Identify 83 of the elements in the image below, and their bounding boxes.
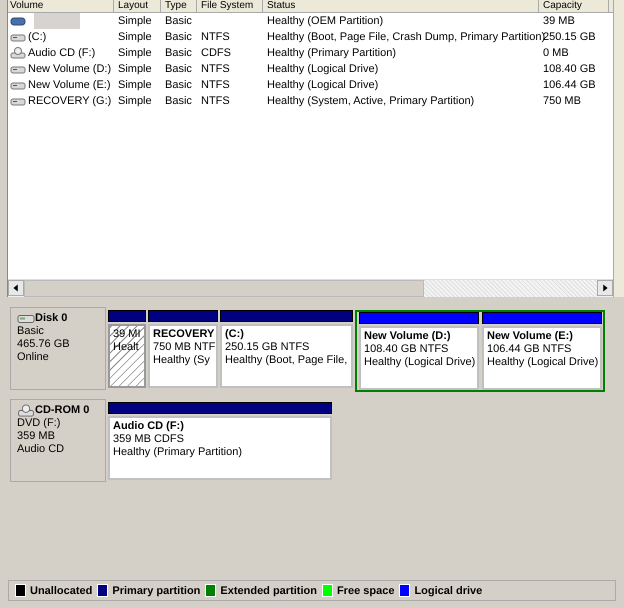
table-cell: Simple <box>118 63 152 75</box>
partition-detail: 106.44 GB NTFS <box>487 343 572 356</box>
partition-title: RECOVERY <box>153 328 213 341</box>
column-header[interactable]: Status <box>263 0 539 12</box>
column-header[interactable]: File System <box>197 0 263 12</box>
partition-detail: 39 MI <box>113 328 141 341</box>
table-cell: 106.44 GB <box>543 79 596 91</box>
partition-detail: Healthy (Sy <box>153 354 211 367</box>
partition-detail: Healthy (Logical Drive) <box>487 356 597 369</box>
legend-label: Free space <box>336 584 394 596</box>
table-cell: 250.15 GB <box>543 31 596 43</box>
table-cell: Simple <box>118 31 152 43</box>
partition-color-bar <box>148 310 218 322</box>
vertical-scrollbar[interactable] <box>613 0 624 297</box>
table-cell: Healthy (Primary Partition) <box>267 47 396 59</box>
disk-info-panel[interactable]: Disk 0 Basic 465.76 GB Online <box>10 307 106 390</box>
volume-name: (C:) <box>28 31 46 43</box>
table-cell: Basic <box>165 63 192 75</box>
column-header[interactable]: Type <box>161 0 197 12</box>
table-cell: NTFS <box>201 95 230 107</box>
partition-detail: 250.15 GB NTFS <box>225 341 310 354</box>
cd-drive-icon <box>17 404 35 417</box>
legend-label: Logical drive <box>414 584 482 596</box>
partition-color-bar <box>108 310 146 322</box>
column-header[interactable]: Capacity <box>539 0 609 12</box>
disk-detail: 465.76 GB <box>17 338 71 351</box>
partition-detail: Healt <box>113 341 140 354</box>
partition-detail: 108.40 GB NTFS <box>364 343 450 356</box>
table-cell: Simple <box>118 79 152 91</box>
table-cell: 39 MB <box>543 15 575 27</box>
volume-name: New Volume (D:) <box>28 63 112 75</box>
table-cell: 750 MB <box>543 95 581 107</box>
disk-name: Disk 0 <box>35 312 68 325</box>
partition-title: Audio CD (F:) <box>113 420 185 433</box>
partition-title: New Volume (E:) <box>487 330 574 343</box>
column-header[interactable]: Layout <box>114 0 161 12</box>
drive-icon <box>10 15 26 27</box>
table-cell: 0 MB <box>543 47 569 59</box>
volume-name: Audio CD (F:) <box>28 47 96 59</box>
volume-name: RECOVERY (G:) <box>28 95 112 107</box>
table-cell: NTFS <box>201 31 230 43</box>
volume-name: New Volume (E:) <box>28 79 111 91</box>
partition-title: (C:) <box>225 328 245 341</box>
table-cell: 108.40 GB <box>543 63 596 75</box>
table-cell: Healthy (OEM Partition) <box>267 15 384 27</box>
table-cell: Healthy (Logical Drive) <box>267 79 378 91</box>
table-cell: NTFS <box>201 63 230 75</box>
partition-detail: Healthy (Boot, Page File, <box>225 354 348 367</box>
legend-label: Extended partition <box>220 584 317 596</box>
table-cell: Healthy (Logical Drive) <box>267 63 378 75</box>
partition-title: New Volume (D:) <box>364 330 452 343</box>
drive-icon <box>17 312 35 325</box>
legend-label: Primary partition <box>112 584 200 596</box>
scrollbar-thumb[interactable] <box>24 280 424 297</box>
cd-drive-icon <box>10 47 26 59</box>
table-cell: Basic <box>165 47 192 59</box>
disk-info-panel[interactable]: CD-ROM 0 DVD (F:) 359 MB Audio CD <box>10 399 106 482</box>
table-cell: Basic <box>165 79 192 91</box>
scroll-right-icon[interactable] <box>597 280 613 296</box>
table-cell: Simple <box>118 15 152 27</box>
table-cell: CDFS <box>201 47 231 59</box>
table-cell: Simple <box>118 95 152 107</box>
partition-detail: 359 MB CDFS <box>113 433 185 446</box>
disk-detail: 359 MB <box>17 430 56 443</box>
column-header[interactable]: Volume <box>8 0 114 12</box>
horizontal-scrollbar[interactable] <box>8 279 613 297</box>
table-cell: Basic <box>165 31 192 43</box>
table-cell: Simple <box>118 47 152 59</box>
disk-detail: Audio CD <box>17 443 66 456</box>
table-cell: Healthy (System, Active, Primary Partition) <box>267 95 474 107</box>
disk-detail: Basic <box>17 325 45 338</box>
partition-detail: Healthy (Logical Drive) <box>364 356 474 369</box>
legend-label: Unallocated <box>30 584 92 596</box>
scroll-left-icon[interactable] <box>8 280 24 296</box>
partition-detail: Healthy (Primary Partition) <box>113 446 243 459</box>
disk-detail: DVD (F:) <box>17 417 62 430</box>
disk-detail: Online <box>17 351 50 364</box>
partition-detail: 750 MB NTF <box>153 341 213 354</box>
disk-name: CD-ROM 0 <box>35 404 90 417</box>
table-cell: Healthy (Boot, Page File, Crash Dump, Primary Partition) <box>267 31 546 43</box>
table-cell: NTFS <box>201 79 230 91</box>
table-cell: Basic <box>165 95 192 107</box>
table-cell: Basic <box>165 15 192 27</box>
